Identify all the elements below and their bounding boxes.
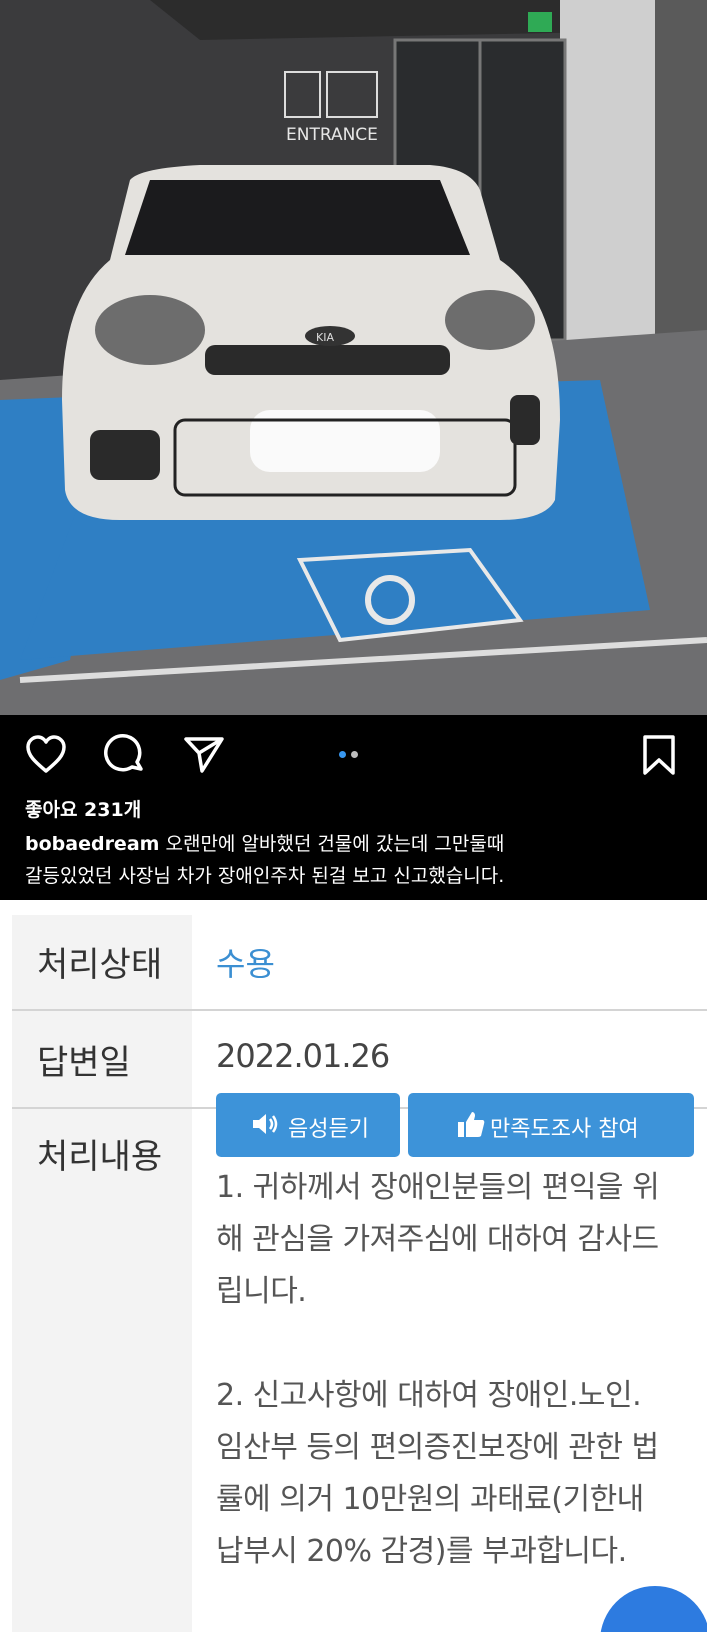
details-line: 1. 귀하께서 장애인분들의 편익을 위: [216, 1170, 660, 1205]
carousel-indicator: [339, 751, 363, 759]
likes-count[interactable]: 좋아요 231개: [25, 795, 141, 822]
details-label-cell: 처리내용: [12, 1109, 192, 1632]
processing-details-text: 1. 귀하께서 장애인분들의 편익을 위 해 관심을 가져주심에 대하여 감사드…: [216, 1162, 704, 1578]
details-line-blank: [216, 1318, 704, 1370]
thumbs-up-icon: [458, 1112, 485, 1137]
post-actions-bar: [0, 715, 707, 793]
heart-icon[interactable]: [24, 733, 68, 777]
voice-listen-button[interactable]: 음성듣기: [216, 1093, 400, 1157]
details-line: 2. 신고사항에 대하여 장애인.노인.: [216, 1378, 642, 1413]
caption-text-line1: 오랜만에 알바했던 건물에 갔는데 그만둘때: [159, 833, 505, 855]
status-value-cell: 수용: [192, 915, 707, 1009]
comment-icon[interactable]: [103, 733, 147, 777]
details-line: 해 관심을 가져주심에 대하여 감사드: [216, 1222, 659, 1257]
photo-sign-text: ENTRANCE: [286, 125, 378, 145]
details-line: 납부시 20% 감경)를 부과합니다.: [216, 1534, 627, 1569]
satisfaction-survey-label: 만족도조사 참여: [490, 1117, 639, 1142]
answer-date-label: 답변일: [37, 1043, 131, 1083]
details-line: 립니다.: [216, 1274, 307, 1309]
instagram-post: ENTRANCE KIA 좋아요 231개 bobaedream 오랜만에 알바…: [0, 0, 707, 900]
status-value: 수용: [216, 945, 275, 983]
voice-listen-label: 음성듣기: [288, 1117, 369, 1142]
status-label-cell: 처리상태: [12, 915, 192, 1009]
carousel-dot-active: [339, 751, 346, 758]
photo-brand-badge: KIA: [316, 331, 334, 344]
status-label: 처리상태: [37, 945, 163, 985]
answer-date-value: 2022.01.26: [216, 1037, 390, 1075]
details-line: 임산부 등의 편의증진보장에 관한 법: [216, 1430, 659, 1465]
answer-date-label-cell: 답변일: [12, 1011, 192, 1107]
post-photo[interactable]: ENTRANCE KIA: [0, 0, 707, 715]
carousel-dot: [351, 751, 358, 758]
caption-text-line2: 갈등있었던 사장님 차가 장애인주차 된걸 보고 신고했습니다.: [25, 865, 505, 887]
post-caption: bobaedream 오랜만에 알바했던 건물에 갔는데 그만둘때 갈등있었던 …: [25, 828, 695, 892]
details-line: 률에 의거 10만원의 과태료(기한내: [216, 1482, 644, 1517]
caption-username[interactable]: bobaedream: [25, 833, 159, 855]
satisfaction-survey-button[interactable]: 만족도조사 참여: [408, 1093, 694, 1157]
speaker-icon: [253, 1114, 278, 1134]
details-label: 처리내용: [37, 1137, 163, 1177]
share-icon[interactable]: [182, 733, 226, 777]
complaint-status-panel: 처리상태 수용 답변일 2022.01.26 처리내용 음성듣기 만족도조사 참…: [0, 900, 707, 1632]
bookmark-icon[interactable]: [637, 733, 681, 777]
